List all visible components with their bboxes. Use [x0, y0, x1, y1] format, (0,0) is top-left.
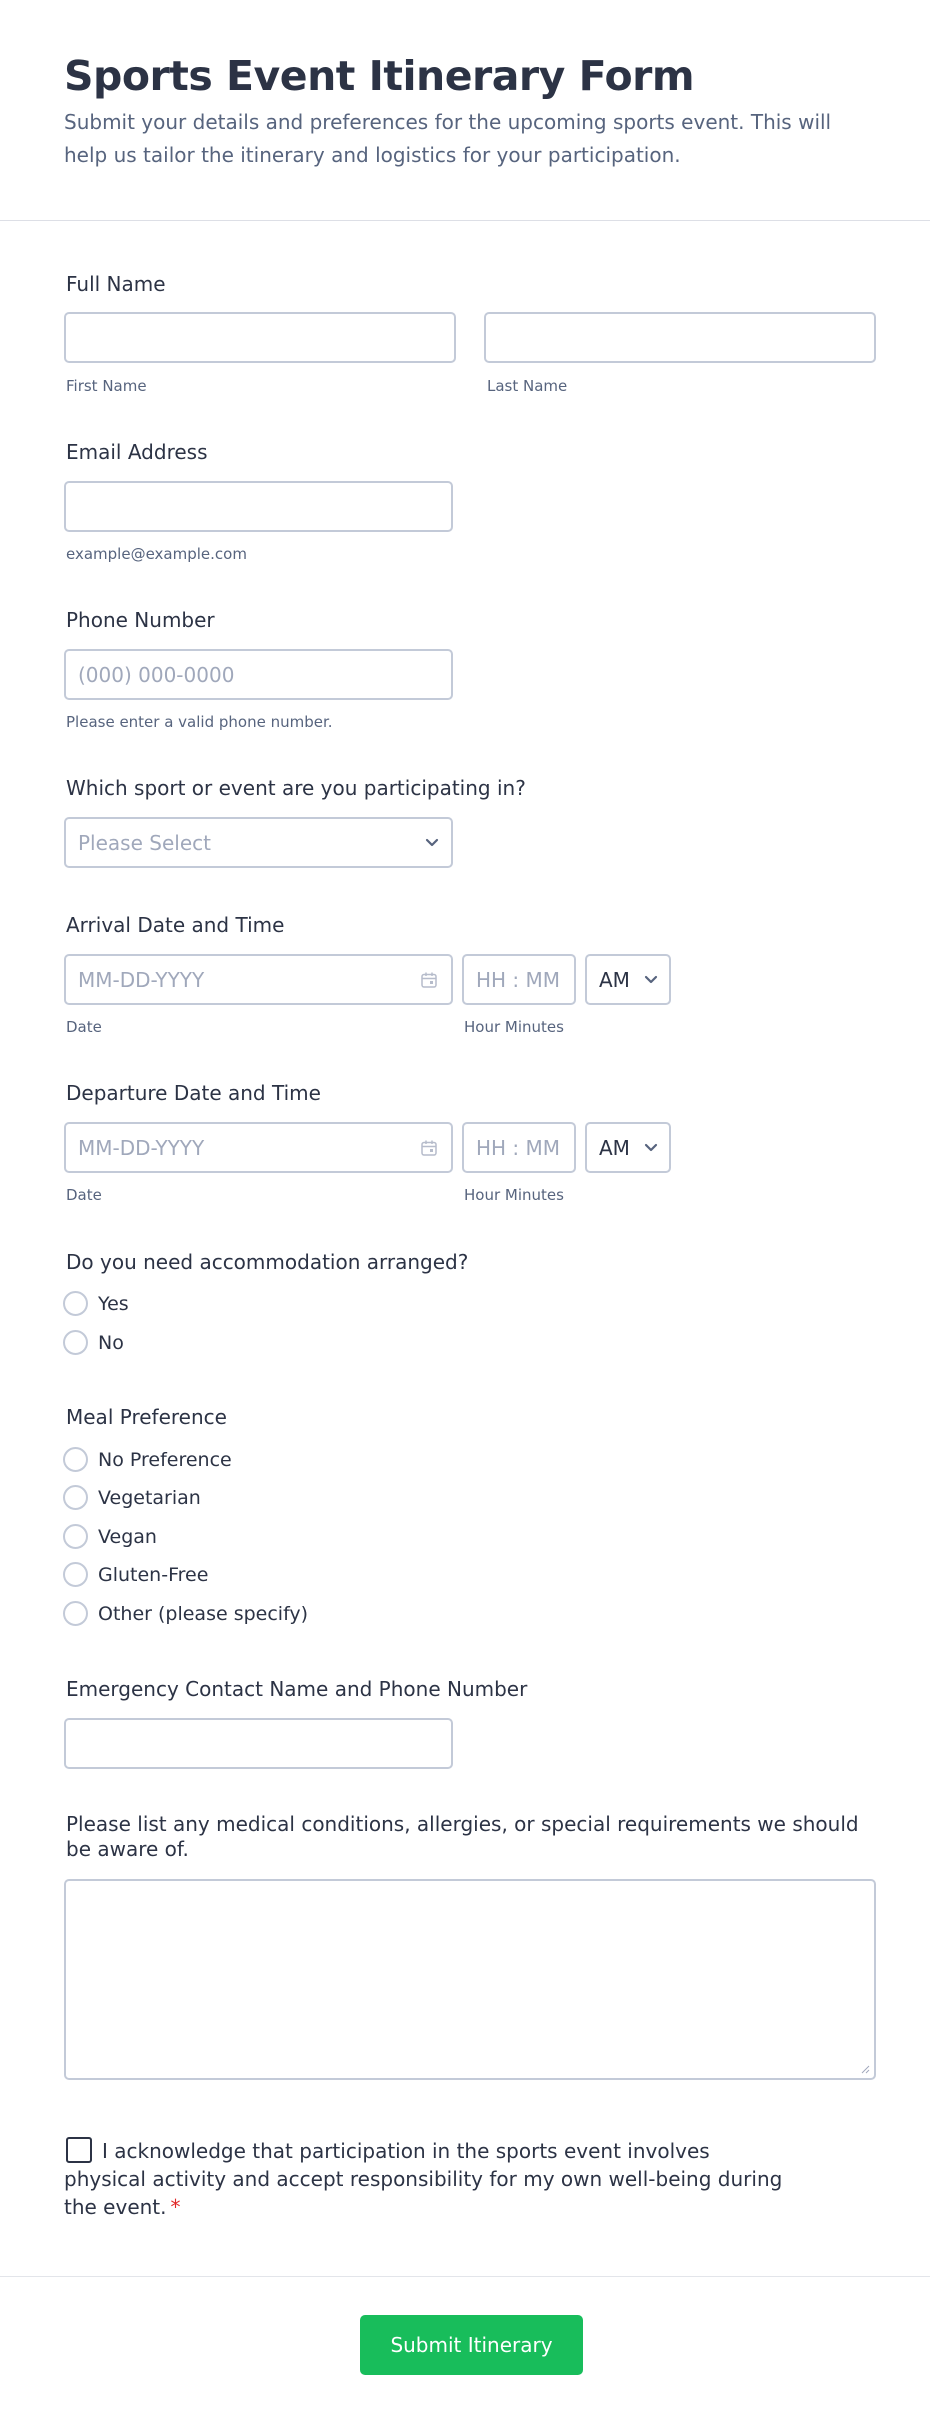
form-header: Sports Event Itinerary Form Submit your … — [0, 0, 930, 221]
page-subtitle: Submit your details and preferences for … — [64, 110, 832, 167]
emergency-contact-input[interactable] — [64, 1718, 453, 1769]
email-field[interactable] — [64, 481, 453, 532]
chevron-down-icon — [644, 975, 658, 983]
departure-label: Departure Date and Time — [66, 1081, 321, 1105]
calendar-icon[interactable] — [420, 1139, 438, 1157]
last-name-input[interactable] — [484, 312, 876, 363]
radio-button[interactable] — [63, 1601, 88, 1626]
radio-option-yes[interactable]: Yes — [63, 1291, 129, 1316]
radio-label: No Preference — [98, 1448, 232, 1471]
email-label: Email Address — [66, 440, 208, 464]
sport-label: Which sport or event are you participati… — [66, 776, 526, 800]
radio-label: Other (please specify) — [98, 1602, 309, 1625]
departure-ampm-select[interactable]: AM — [585, 1122, 671, 1173]
resize-handle-icon[interactable] — [860, 2064, 870, 2074]
emergency-contact-label: Emergency Contact Name and Phone Number — [66, 1677, 528, 1701]
departure-time-input[interactable]: HH : MM — [462, 1122, 576, 1173]
radio-button[interactable] — [63, 1447, 88, 1472]
arrival-date-input[interactable]: MM-DD-YYYY — [64, 954, 453, 1005]
radio-option-vegan[interactable]: Vegan — [63, 1524, 157, 1549]
first-name-input[interactable] — [64, 312, 456, 363]
radio-button[interactable] — [63, 1485, 88, 1510]
submit-itinerary-button[interactable]: Submit Itinerary — [360, 2315, 583, 2375]
phone-input[interactable]: (000) 000-0000 — [64, 649, 453, 700]
chevron-down-icon — [644, 1143, 658, 1151]
radio-button[interactable] — [63, 1524, 88, 1549]
radio-label: Vegetarian — [98, 1486, 201, 1509]
last-name-sublabel: Last Name — [487, 377, 568, 395]
departure-date-placeholder: MM-DD-YYYY — [78, 1135, 205, 1160]
required-asterisk: * — [170, 2195, 181, 2219]
departure-ampm-value: AM — [599, 1135, 630, 1160]
arrival-time-placeholder: HH : MM — [476, 967, 561, 992]
arrival-ampm-select[interactable]: AM — [585, 954, 671, 1005]
first-name-sublabel: First Name — [66, 377, 147, 395]
accommodation-label: Do you need accommodation arranged? — [66, 1250, 469, 1274]
departure-date-sublabel: Date — [66, 1186, 102, 1204]
radio-option-no[interactable]: No — [63, 1330, 124, 1355]
radio-label: Vegan — [98, 1525, 157, 1548]
arrival-label: Arrival Date and Time — [66, 913, 285, 937]
arrival-time-sublabel: Hour Minutes — [464, 1018, 564, 1036]
radio-option-other[interactable]: Other (please specify) — [63, 1601, 308, 1626]
phone-placeholder: (000) 000-0000 — [78, 662, 235, 687]
radio-option-gluten-free[interactable]: Gluten-Free — [63, 1562, 208, 1587]
chevron-down-icon — [425, 838, 439, 846]
medical-textarea[interactable] — [64, 1879, 876, 2080]
page-title: Sports Event Itinerary Form — [64, 52, 695, 100]
full-name-label: Full Name — [66, 272, 166, 296]
calendar-icon[interactable] — [420, 971, 438, 989]
arrival-date-placeholder: MM-DD-YYYY — [78, 967, 205, 992]
arrival-time-input[interactable]: HH : MM — [462, 954, 576, 1005]
arrival-ampm-value: AM — [599, 967, 630, 992]
email-sublabel: example@example.com — [66, 545, 247, 563]
phone-label: Phone Number — [66, 608, 215, 632]
acknowledge-checkbox[interactable] — [66, 2137, 92, 2163]
phone-sublabel: Please enter a valid phone number. — [66, 713, 333, 731]
radio-label: Gluten-Free — [98, 1563, 209, 1586]
radio-button[interactable] — [63, 1291, 88, 1316]
radio-option-vegetarian[interactable]: Vegetarian — [63, 1485, 201, 1510]
radio-label: No — [98, 1331, 124, 1354]
meal-preference-label: Meal Preference — [66, 1405, 227, 1429]
sport-select[interactable]: Please Select — [64, 817, 453, 868]
radio-button[interactable] — [63, 1330, 88, 1355]
departure-time-placeholder: HH : MM — [476, 1135, 561, 1160]
departure-time-sublabel: Hour Minutes — [464, 1186, 564, 1204]
arrival-date-sublabel: Date — [66, 1018, 102, 1036]
radio-option-no-preference[interactable]: No Preference — [63, 1447, 232, 1472]
departure-date-input[interactable]: MM-DD-YYYY — [64, 1122, 453, 1173]
sport-selected-value: Please Select — [78, 830, 211, 855]
radio-button[interactable] — [63, 1562, 88, 1587]
acknowledge-row[interactable]: I acknowledge that participation in the … — [64, 2137, 784, 2221]
medical-label: Please list any medical conditions, alle… — [66, 1812, 859, 1861]
radio-label: Yes — [98, 1292, 129, 1315]
